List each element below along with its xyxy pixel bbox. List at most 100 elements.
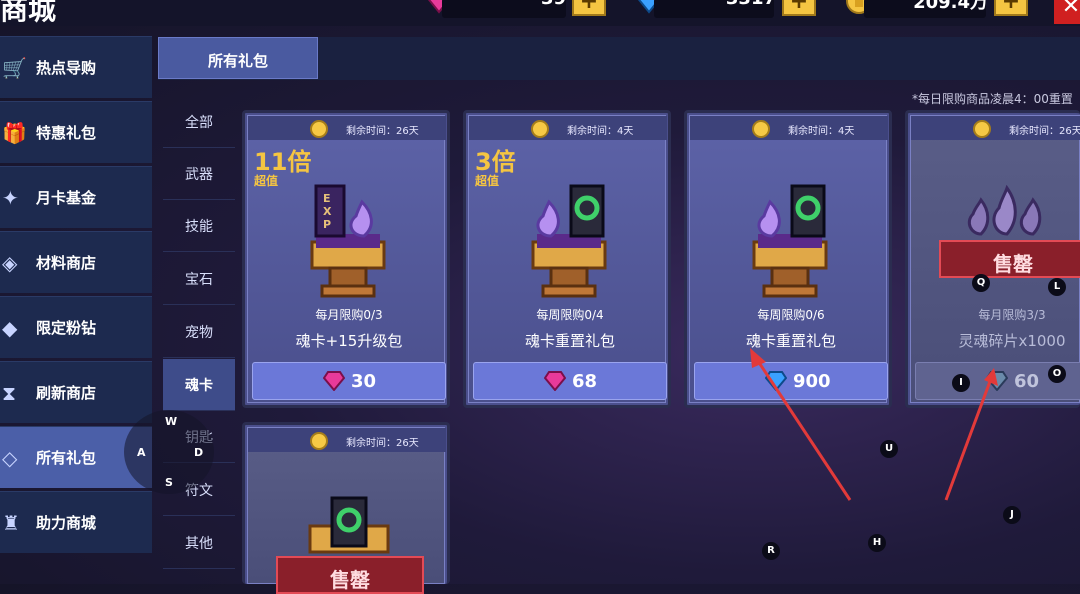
purchase-limit: 每周限购0/4 <box>536 308 604 322</box>
pink-gem-counter: 39 + <box>420 0 610 22</box>
add-pink-gem-button[interactable]: + <box>572 0 606 16</box>
add-gold-coin-button[interactable]: + <box>994 0 1028 16</box>
sidebar-item-material[interactable]: ◈ 材料商店 <box>0 231 152 293</box>
sidebar-item-label: 助力商城 <box>36 514 97 532</box>
price: 30 <box>351 371 377 392</box>
blue-gem-counter: 3317 + <box>632 0 820 22</box>
sidebar-item-label: 限定粉钻 <box>36 319 97 337</box>
clock-icon <box>531 120 549 138</box>
category-weapon[interactable]: 武器 <box>163 148 235 200</box>
price: 68 <box>572 371 598 392</box>
buy-button[interactable]: 30 <box>252 362 446 400</box>
clock-icon <box>973 120 991 138</box>
key-hint-a: A <box>137 446 146 459</box>
sold-out-label: 售罄 <box>330 568 370 592</box>
sidebar-item-limited-diamond[interactable]: ◆ 限定粉钻 <box>0 296 152 358</box>
category-other[interactable]: 其他 <box>163 517 235 569</box>
tab-label: 所有礼包 <box>207 52 268 70</box>
category-all[interactable]: 全部 <box>163 96 235 148</box>
buy-button[interactable]: 68 <box>473 362 667 400</box>
sidebar-item-label: 特惠礼包 <box>36 124 97 142</box>
card-body: 剩余时间：4天 3倍 超值 每周限购0/4 魂卡重置礼包 68 <box>468 115 667 403</box>
pink-gem-icon <box>323 371 345 391</box>
timer-row: 剩余时间：4天 <box>690 116 888 140</box>
time-remaining: 剩余时间：26天 <box>1009 126 1080 137</box>
sidebar-item-monthly[interactable]: ✦ 月卡基金 <box>0 166 152 228</box>
time-remaining: 剩余时间：4天 <box>567 126 634 137</box>
sidebar-item-label: 所有礼包 <box>36 449 97 467</box>
clock-icon <box>752 120 770 138</box>
value-tag: 超值 <box>254 174 279 188</box>
time-remaining: 剩余时间：26天 <box>346 126 419 137</box>
pack-card[interactable]: 剩余时间：26天 11倍 超值 E X P 每月限购0/3 魂卡+15升级包 3… <box>242 110 450 408</box>
annotation-arrows <box>750 348 998 501</box>
pack-card[interactable]: 剩余时间：26天 售罄 <box>242 422 450 594</box>
pack-card[interactable]: 剩余时间：4天 3倍 超值 每周限购0/4 魂卡重置礼包 68 <box>463 110 671 408</box>
purchase-limit: 每周限购0/6 <box>757 308 825 322</box>
key-hint-q: Q <box>972 274 990 292</box>
sidebar-item-hot[interactable]: 🛒 热点导购 <box>0 36 152 98</box>
timer-row: 剩余时间：4天 <box>469 116 667 140</box>
svg-text:P: P <box>323 218 331 231</box>
sidebar-item-refresh-shop[interactable]: ⧗ 刷新商店 <box>0 361 152 423</box>
category-label: 技能 <box>185 219 213 235</box>
svg-text:E: E <box>323 192 331 205</box>
sidebar-item-label: 热点导购 <box>36 59 97 77</box>
key-hint-d: D <box>194 446 204 459</box>
time-remaining: 剩余时间：26天 <box>346 438 419 449</box>
annotation-arrow-right <box>944 375 994 501</box>
sidebar-item-special[interactable]: 🎁 特惠礼包 <box>0 101 152 163</box>
gift-icon: 🎁 <box>2 121 27 145</box>
key-hint-h: H <box>868 534 886 552</box>
category-label: 宠物 <box>185 325 213 341</box>
category-gem[interactable]: 宝石 <box>163 253 235 305</box>
exp-card-pedestal-icon: E X P <box>310 184 386 298</box>
category-skill[interactable]: 技能 <box>163 200 235 252</box>
key-hint-r: R <box>762 542 780 560</box>
timer-row: 剩余时间：26天 <box>911 116 1080 140</box>
close-button[interactable]: ✕ <box>1054 0 1080 24</box>
category-label: 宝石 <box>185 272 213 288</box>
key-hint-l: L <box>1048 278 1066 296</box>
card-body: 剩余时间：26天 11倍 超值 E X P 每月限购0/3 魂卡+15升级包 3… <box>247 115 446 403</box>
gold-coin-counter: 209.4万 + <box>842 0 1032 22</box>
category-soul-card[interactable]: 魂卡 <box>163 359 235 411</box>
reset-card-pedestal-icon <box>531 184 607 298</box>
key-hint-s: S <box>165 476 173 489</box>
add-blue-gem-button[interactable]: + <box>782 0 816 16</box>
tab-all-packs[interactable]: 所有礼包 <box>158 37 318 79</box>
time-remaining: 剩余时间：4天 <box>788 126 855 137</box>
purchase-limit: 每月限购0/3 <box>315 308 383 322</box>
price: 60 <box>1014 371 1040 392</box>
annotation-arrowhead-left <box>750 348 766 368</box>
all-packs-icon: ◇ <box>2 446 18 470</box>
blue-gem-value: 3317 <box>726 0 776 9</box>
pack-name: 魂卡重置礼包 <box>524 332 615 350</box>
category-pet[interactable]: 宠物 <box>163 306 235 358</box>
diamond-icon: ◆ <box>2 316 18 340</box>
sidebar-item-label: 材料商店 <box>36 254 97 272</box>
category-label: 魂卡 <box>185 378 213 394</box>
sidebar: 🛒 热点导购 🎁 特惠礼包 ✦ 月卡基金 ◈ 材料商店 ◆ 限定粉钻 ⧗ 刷新商… <box>0 36 154 584</box>
sidebar-item-support[interactable]: ♜ 助力商城 <box>0 491 152 553</box>
clock-icon <box>310 120 328 138</box>
key-hint-w: W <box>165 415 178 428</box>
gold-coin-value: 209.4万 <box>913 0 988 13</box>
sold-out-badge: 售罄 <box>276 556 424 594</box>
clock-icon <box>310 432 328 450</box>
reset-notice: *每日限购商品凌晨4：00重置 <box>912 92 1073 106</box>
annotation-arrow-left <box>754 357 852 501</box>
timer-row: 剩余时间：26天 <box>248 428 446 452</box>
key-hint-j: J <box>1003 506 1021 524</box>
svg-text:X: X <box>323 205 332 218</box>
pink-gem-value: 39 <box>541 0 566 9</box>
card-body: 剩余时间：26天 售罄 <box>247 427 446 594</box>
purchase-limit: 每月限购3/3 <box>978 308 1046 322</box>
material-icon: ◈ <box>2 251 18 275</box>
reset-card-pedestal-icon <box>752 184 828 298</box>
pink-gem-icon <box>544 371 566 391</box>
key-hint-o: O <box>1048 365 1066 383</box>
card-fund-icon: ✦ <box>2 186 19 210</box>
timer-row: 剩余时间：26天 <box>248 116 446 140</box>
cart-icon: 🛒 <box>2 56 27 80</box>
